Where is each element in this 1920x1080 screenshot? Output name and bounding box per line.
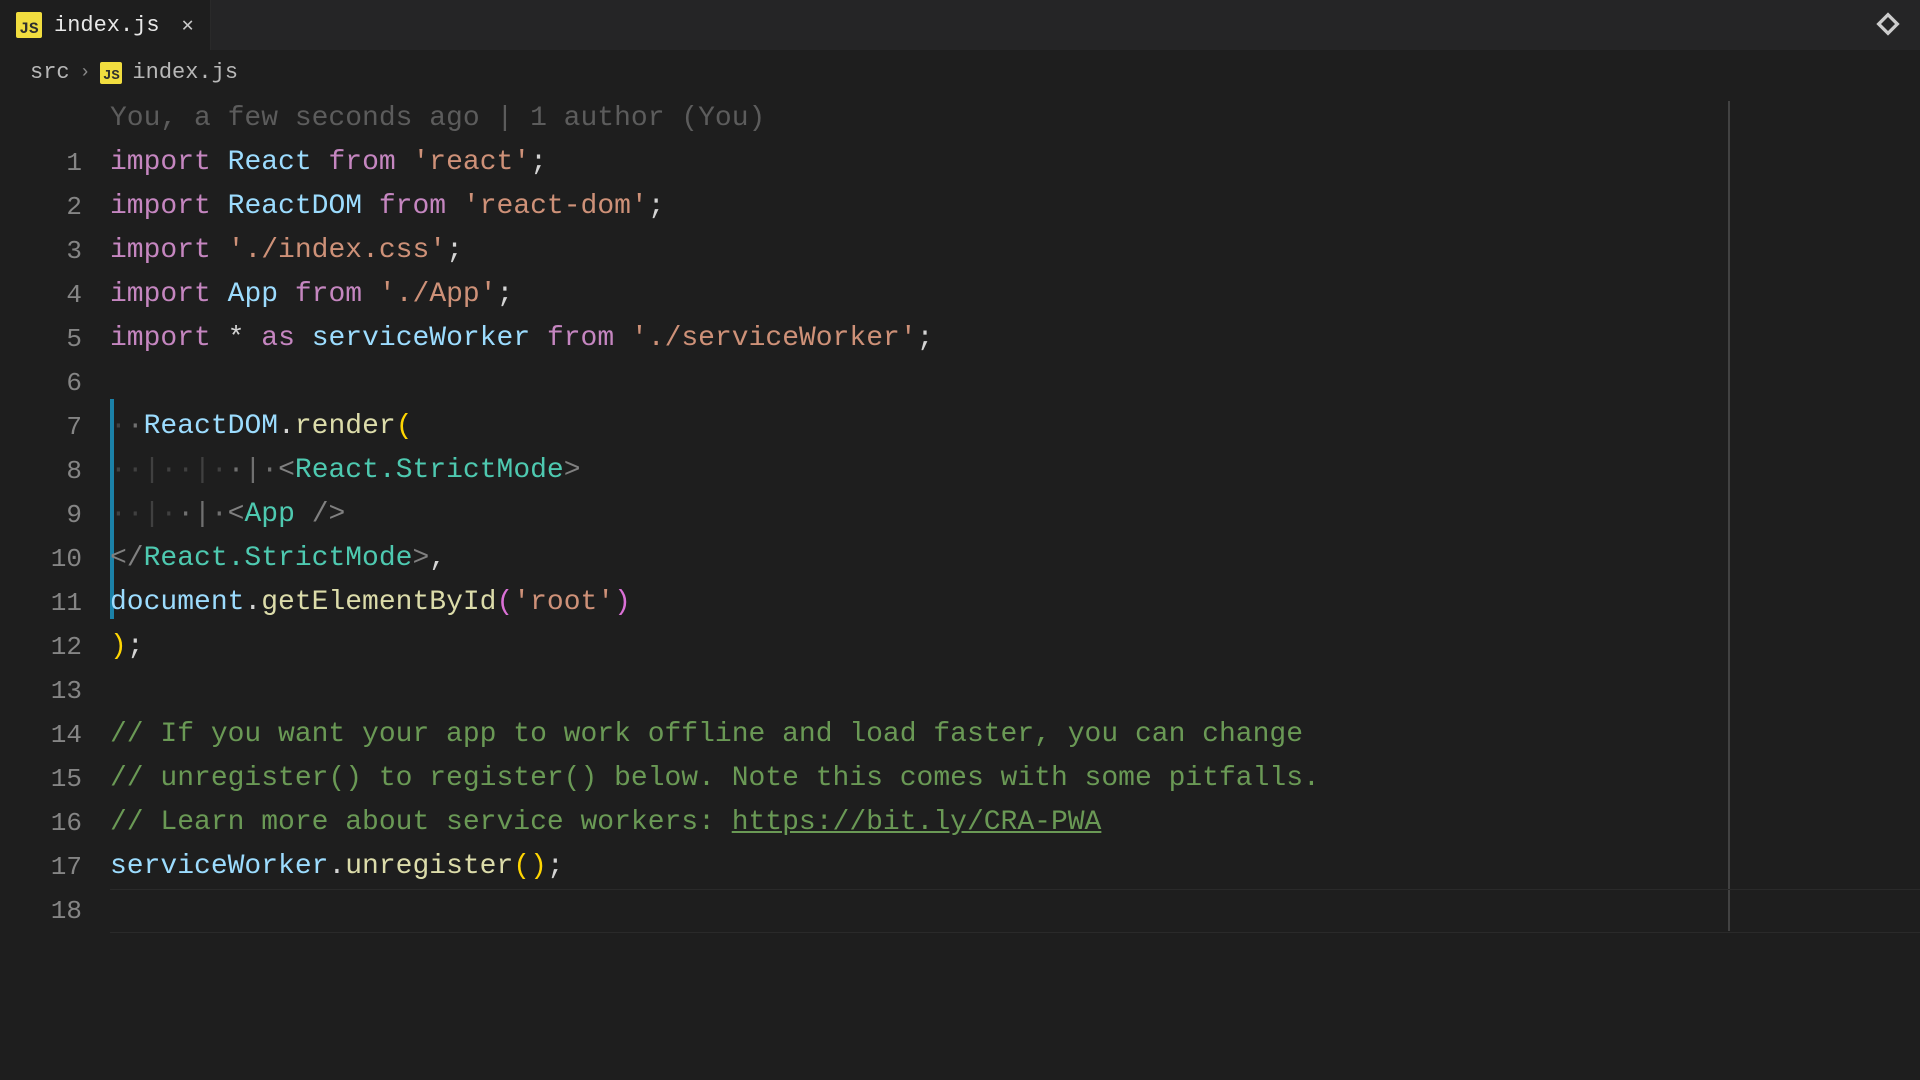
line-number: 16	[0, 801, 82, 845]
line-number: 14	[0, 713, 82, 757]
chevron-right-icon: ›	[80, 63, 91, 83]
javascript-icon: JS	[16, 12, 42, 38]
code-content[interactable]: You, a few seconds ago | 1 author (You) …	[110, 97, 1920, 933]
line-number: 10	[0, 537, 82, 581]
line-number: 1	[0, 141, 82, 185]
code-line: import React from 'react';	[110, 141, 1920, 185]
close-icon[interactable]: ✕	[182, 12, 194, 38]
code-line: // Learn more about service workers: htt…	[110, 801, 1920, 845]
line-number: 8	[0, 449, 82, 493]
breadcrumb[interactable]: src › JS index.js	[0, 50, 1920, 91]
line-number: 4	[0, 273, 82, 317]
breadcrumb-file[interactable]: index.js	[132, 60, 238, 85]
line-number: 17	[0, 845, 82, 889]
line-number: 13	[0, 669, 82, 713]
code-line: </React.StrictMode>,	[110, 537, 1920, 581]
line-number: 5	[0, 317, 82, 361]
line-number: 11	[0, 581, 82, 625]
tab-index-js[interactable]: JS index.js ✕	[0, 0, 211, 50]
source-control-icon[interactable]	[1874, 0, 1920, 50]
line-number-gutter: 1 2 3 4 5 6 7 8 9 10 11 12 13 14 15 16 1…	[0, 97, 110, 933]
tab-label: index.js	[54, 13, 160, 38]
code-line: import ReactDOM from 'react-dom';	[110, 185, 1920, 229]
code-editor[interactable]: 1 2 3 4 5 6 7 8 9 10 11 12 13 14 15 16 1…	[0, 91, 1920, 933]
line-number: 3	[0, 229, 82, 273]
line-number: 12	[0, 625, 82, 669]
tabs-container: JS index.js ✕	[0, 0, 211, 50]
breadcrumb-folder[interactable]: src	[30, 60, 70, 85]
code-line: );	[110, 625, 1920, 669]
line-number: 7	[0, 405, 82, 449]
code-line: import './index.css';	[110, 229, 1920, 273]
line-number: 6	[0, 361, 82, 405]
line-number: 9	[0, 493, 82, 537]
code-line	[110, 889, 1920, 933]
line-number: 2	[0, 185, 82, 229]
code-line: serviceWorker.unregister();	[110, 845, 1920, 889]
code-line: ··|··|·<App />	[110, 493, 1920, 537]
code-line: // If you want your app to work offline …	[110, 713, 1920, 757]
code-line	[110, 361, 1920, 405]
editor-tab-bar: JS index.js ✕	[0, 0, 1920, 50]
code-line: import * as serviceWorker from './servic…	[110, 317, 1920, 361]
code-line: document.getElementById('root')	[110, 581, 1920, 625]
code-line: ··ReactDOM.render(	[110, 405, 1920, 449]
code-line	[110, 669, 1920, 713]
line-number: 15	[0, 757, 82, 801]
code-line: import App from './App';	[110, 273, 1920, 317]
code-line: ··|··|··|·<React.StrictMode>	[110, 449, 1920, 493]
git-blame-annotation: You, a few seconds ago | 1 author (You)	[110, 97, 1920, 141]
code-line: // unregister() to register() below. Not…	[110, 757, 1920, 801]
line-number: 18	[0, 889, 82, 933]
javascript-icon: JS	[100, 62, 122, 84]
